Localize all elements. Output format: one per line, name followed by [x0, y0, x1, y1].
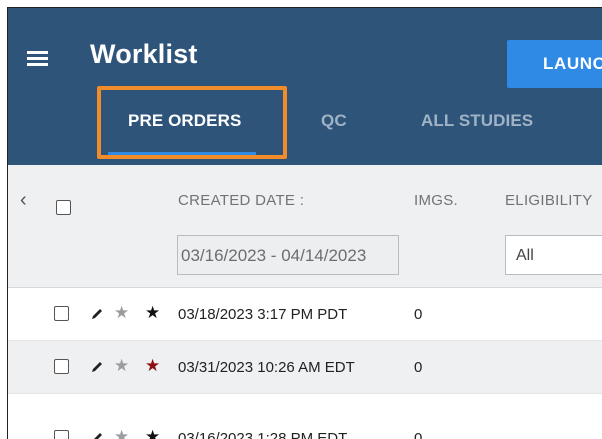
row-imgs: 0: [414, 306, 423, 323]
table-row[interactable]: ★ ★ 03/18/2023 3:17 PM PDT 0: [8, 288, 602, 341]
created-date-filter-input[interactable]: 03/16/2023 - 04/14/2023: [177, 235, 399, 275]
star-outline-icon[interactable]: ★: [114, 304, 129, 321]
hamburger-menu-icon[interactable]: [27, 51, 48, 66]
app-header: Worklist LAUNCH PRE ORDERS QC ALL STUDIE…: [8, 8, 602, 165]
table-row[interactable]: ★ ★ 03/16/2023 1:28 PM EDT 0: [8, 394, 602, 439]
star-outline-icon[interactable]: ★: [114, 357, 129, 374]
pencil-icon[interactable]: [90, 360, 104, 374]
row-created-date: 03/31/2023 10:26 AM EDT: [178, 359, 355, 376]
tab-all-studies[interactable]: ALL STUDIES: [421, 111, 533, 131]
column-header-created-date[interactable]: CREATED DATE :: [178, 192, 304, 209]
row-checkbox[interactable]: [54, 359, 69, 374]
pencil-icon[interactable]: [90, 307, 104, 321]
star-icon[interactable]: ★: [145, 304, 160, 321]
row-created-date: 03/18/2023 3:17 PM PDT: [178, 306, 348, 323]
table-row[interactable]: ★ ★ 03/31/2023 10:26 AM EDT 0: [8, 341, 602, 394]
star-red-icon[interactable]: ★: [145, 357, 160, 374]
row-checkbox[interactable]: [54, 306, 69, 321]
eligibility-filter-select[interactable]: All: [505, 235, 602, 275]
tab-qc[interactable]: QC: [321, 111, 347, 131]
highlight-box: [97, 86, 287, 159]
select-all-checkbox[interactable]: [56, 200, 71, 215]
chevron-left-icon[interactable]: ‹: [20, 189, 27, 212]
row-imgs: 0: [414, 359, 423, 376]
star-outline-icon[interactable]: ★: [114, 428, 129, 439]
column-header-imgs[interactable]: IMGS.: [414, 192, 458, 209]
launch-button[interactable]: LAUNCH: [507, 40, 602, 88]
worklist-window: Worklist LAUNCH PRE ORDERS QC ALL STUDIE…: [7, 7, 602, 439]
page-title: Worklist: [90, 39, 198, 69]
column-header-eligibility[interactable]: ELIGIBILITY: [505, 192, 593, 209]
star-icon[interactable]: ★: [145, 428, 160, 439]
